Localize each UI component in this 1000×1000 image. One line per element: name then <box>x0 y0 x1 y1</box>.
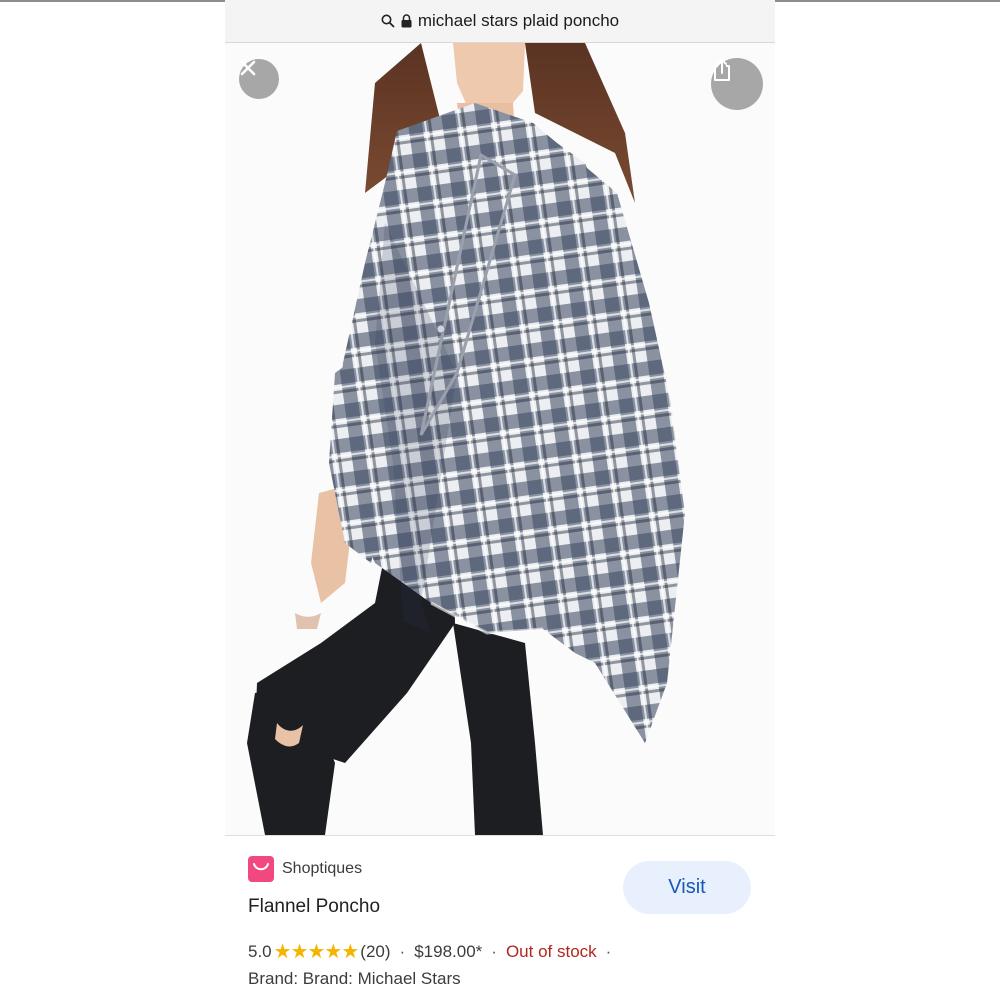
rating-stars: ★★★★★ <box>273 941 360 963</box>
visit-button[interactable]: Visit <box>623 861 751 914</box>
product-meta: 5.0 ★★★★★ (20) · $198.00* · Out of stock… <box>248 939 620 964</box>
search-query-text: michael stars plaid poncho <box>417 11 620 30</box>
lock-icon <box>401 14 412 28</box>
search-icon <box>381 14 395 28</box>
address-bar[interactable]: michael stars plaid poncho <box>225 0 775 43</box>
price: $198.00* <box>414 941 483 961</box>
stock-status: Out of stock <box>505 941 597 961</box>
separator: · <box>399 941 406 961</box>
merchant-row[interactable]: Shoptiques <box>248 856 362 882</box>
brand-line: Brand: Brand: Michael Stars <box>248 969 461 988</box>
separator: · <box>491 941 497 961</box>
share-button[interactable] <box>711 58 763 110</box>
close-button[interactable] <box>239 59 279 99</box>
separator: · <box>605 941 612 961</box>
review-count[interactable]: (20) <box>360 942 390 962</box>
product-title[interactable]: Flannel Poncho <box>248 896 380 918</box>
rating-value: 5.0 <box>248 941 272 961</box>
phone-screen: michael stars plaid poncho Shoptiques Fl… <box>225 0 775 1000</box>
shopping-bag-icon <box>248 856 274 882</box>
divider <box>225 835 775 836</box>
merchant-name: Shoptiques <box>282 860 363 877</box>
product-image[interactable] <box>225 43 775 835</box>
